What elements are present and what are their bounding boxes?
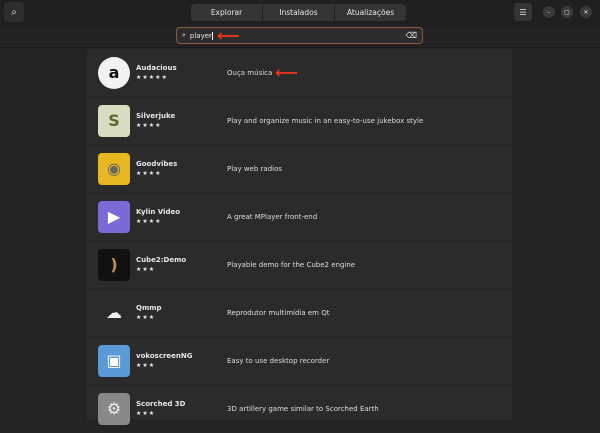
app-result-row[interactable]: a Audacious ★★★★★ Ouça música ⟵: [87, 49, 512, 97]
search-input[interactable]: ⌕ player ⟵ ⌫: [176, 27, 423, 44]
app-description: Playable demo for the Cube2 engine: [227, 260, 356, 269]
search-toggle-button[interactable]: ⌕: [4, 2, 24, 22]
app-name: vokoscreenNG: [136, 352, 193, 360]
qmmp-icon: ☁: [98, 296, 130, 329]
search-results-list: a Audacious ★★★★★ Ouça música ⟵ S Silverju…: [87, 49, 512, 433]
app-description: Play web radios: [227, 164, 283, 173]
audacious-icon: a: [98, 56, 130, 89]
star-rating: ★★★: [136, 362, 156, 369]
clear-search-icon[interactable]: ⌫: [406, 31, 417, 40]
star-rating: ★★★★★: [136, 74, 168, 81]
app-name: Cube2:Demo: [136, 256, 187, 264]
app-description: Reprodutor multimídia em Qt: [227, 308, 330, 317]
header-bar: ⌕ Explorar Instalados Atualizações ☰ – ▢…: [0, 0, 600, 26]
silverjuke-icon: S: [98, 104, 130, 137]
search-icon: ⌕: [182, 31, 186, 39]
app-result-row[interactable]: ◉ Goodvibes ★★★★ Play web radios: [87, 145, 512, 193]
tab-explorar[interactable]: Explorar: [191, 4, 262, 21]
app-name: Goodvibes: [136, 160, 178, 168]
star-rating: ★★★★: [136, 122, 162, 129]
radio-icon: ◉: [98, 152, 130, 185]
app-description: Easy to use desktop recorder: [227, 356, 330, 365]
app-name: Silverjuke: [136, 112, 176, 120]
tab-atualizacoes[interactable]: Atualizações: [335, 4, 406, 21]
app-name: Qmmp: [136, 304, 162, 312]
star-rating: ★★★: [136, 410, 156, 417]
search-icon: ⌕: [11, 6, 17, 18]
hamburger-icon: ☰: [519, 7, 527, 17]
minimize-button[interactable]: –: [543, 6, 555, 18]
app-name: Audacious: [136, 64, 177, 72]
app-result-row[interactable]: ) Cube2:Demo ★★★ Playable demo for the C…: [87, 241, 512, 289]
annotation-arrow-icon: ⟵: [216, 25, 240, 45]
app-description: Play and organize music in an easy-to-us…: [227, 116, 424, 125]
app-name: Scorched 3D: [136, 400, 186, 408]
cube2-icon: ): [98, 248, 130, 281]
tab-instalados[interactable]: Instalados: [263, 4, 334, 21]
app-result-row[interactable]: S Silverjuke ★★★★ Play and organize musi…: [87, 97, 512, 145]
star-rating: ★★★: [136, 314, 156, 321]
menu-button[interactable]: ☰: [514, 3, 532, 21]
vokoscreen-icon: ▣: [98, 344, 130, 377]
close-button[interactable]: ✕: [580, 6, 592, 18]
star-rating: ★★★★: [136, 218, 162, 225]
maximize-button[interactable]: ▢: [561, 6, 573, 18]
annotation-arrow-icon: ⟵: [275, 63, 298, 82]
app-result-row[interactable]: ▶ Kylin Video ★★★★ A great MPlayer front…: [87, 193, 512, 241]
search-row: ⌕ player ⟵ ⌫: [0, 26, 600, 48]
app-result-row[interactable]: ⚙ Scorched 3D ★★★ 3D artillery game simi…: [87, 385, 512, 433]
app-name: Kylin Video: [136, 208, 181, 216]
play-icon: ▶: [98, 200, 130, 233]
search-value: player: [189, 31, 212, 40]
star-rating: ★★★★: [136, 170, 162, 177]
app-result-row[interactable]: ☁ Qmmp ★★★ Reprodutor multimídia em Qt: [87, 289, 512, 337]
app-description: A great MPlayer front-end: [227, 212, 318, 221]
app-description: 3D artillery game similar to Scorched Ea…: [227, 404, 379, 413]
app-result-row[interactable]: ▣ vokoscreenNG ★★★ Easy to use desktop r…: [87, 337, 512, 385]
star-rating: ★★★: [136, 266, 156, 273]
app-description: Ouça música: [227, 68, 273, 77]
view-switcher: Explorar Instalados Atualizações: [191, 4, 407, 21]
